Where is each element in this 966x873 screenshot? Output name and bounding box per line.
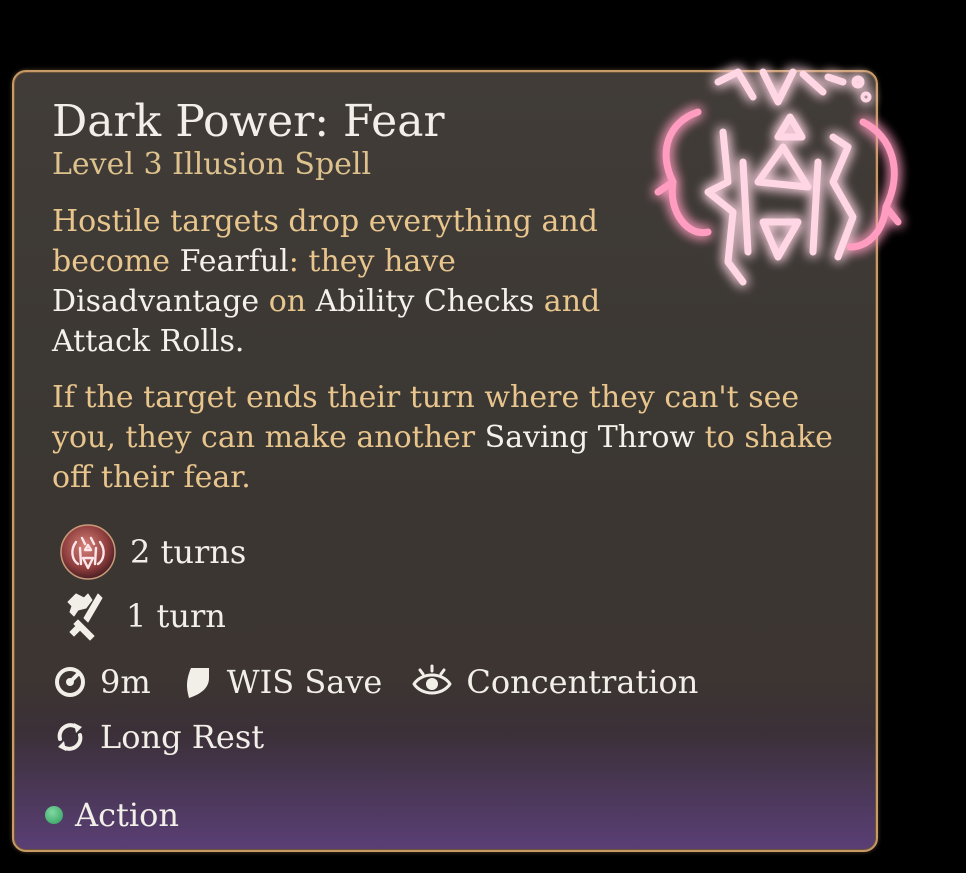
- shield-icon: [186, 668, 209, 698]
- fear-status-icon: [60, 524, 116, 580]
- effect-drop-row[interactable]: 1 turn: [58, 588, 226, 644]
- action-label: Action: [75, 796, 179, 834]
- concentration-property[interactable]: Concentration: [410, 662, 698, 702]
- concentration-eye-icon: [412, 664, 452, 695]
- drop-weapon-icon: [67, 593, 103, 641]
- description-text: and: [534, 284, 601, 319]
- keyword-disadvantage[interactable]: Disadvantage: [52, 284, 259, 319]
- fear-emblem-icon: [654, 68, 902, 286]
- long-rest-icon: [57, 723, 83, 751]
- fear-duration-text: 2 turns: [130, 533, 247, 571]
- spell-title: Dark Power: Fear: [52, 96, 445, 147]
- recharge-text: Long Rest: [100, 718, 265, 756]
- description-paragraph-2: If the target ends their turn where they…: [52, 378, 852, 498]
- description-paragraph-1: Hostile targets drop everything and beco…: [52, 202, 612, 362]
- keyword-fearful[interactable]: Fearful: [180, 244, 289, 279]
- description-text: : they have: [288, 244, 456, 279]
- recharge-row[interactable]: Long Rest: [52, 718, 264, 756]
- drop-duration-text: 1 turn: [126, 597, 226, 635]
- range-property[interactable]: 9m: [52, 663, 151, 701]
- keyword-ability-checks[interactable]: Ability Checks: [316, 284, 535, 319]
- description-text: .: [234, 324, 245, 359]
- save-property[interactable]: WIS Save: [179, 663, 383, 701]
- save-text: WIS Save: [226, 663, 383, 701]
- keyword-attack-rolls[interactable]: Attack Rolls: [52, 324, 235, 359]
- spell-subtitle: Level 3 Illusion Spell: [52, 147, 372, 182]
- action-cost[interactable]: Action: [45, 796, 179, 834]
- description-text: on: [259, 284, 316, 319]
- range-text: 9m: [100, 663, 151, 701]
- properties-row: 9m WIS Save Concentration: [52, 662, 726, 702]
- effect-fearful-row[interactable]: 2 turns: [58, 522, 246, 582]
- concentration-text: Concentration: [466, 663, 699, 701]
- action-resource-icon: [45, 806, 63, 824]
- keyword-saving-throw[interactable]: Saving Throw: [485, 420, 695, 455]
- range-icon: [55, 667, 85, 697]
